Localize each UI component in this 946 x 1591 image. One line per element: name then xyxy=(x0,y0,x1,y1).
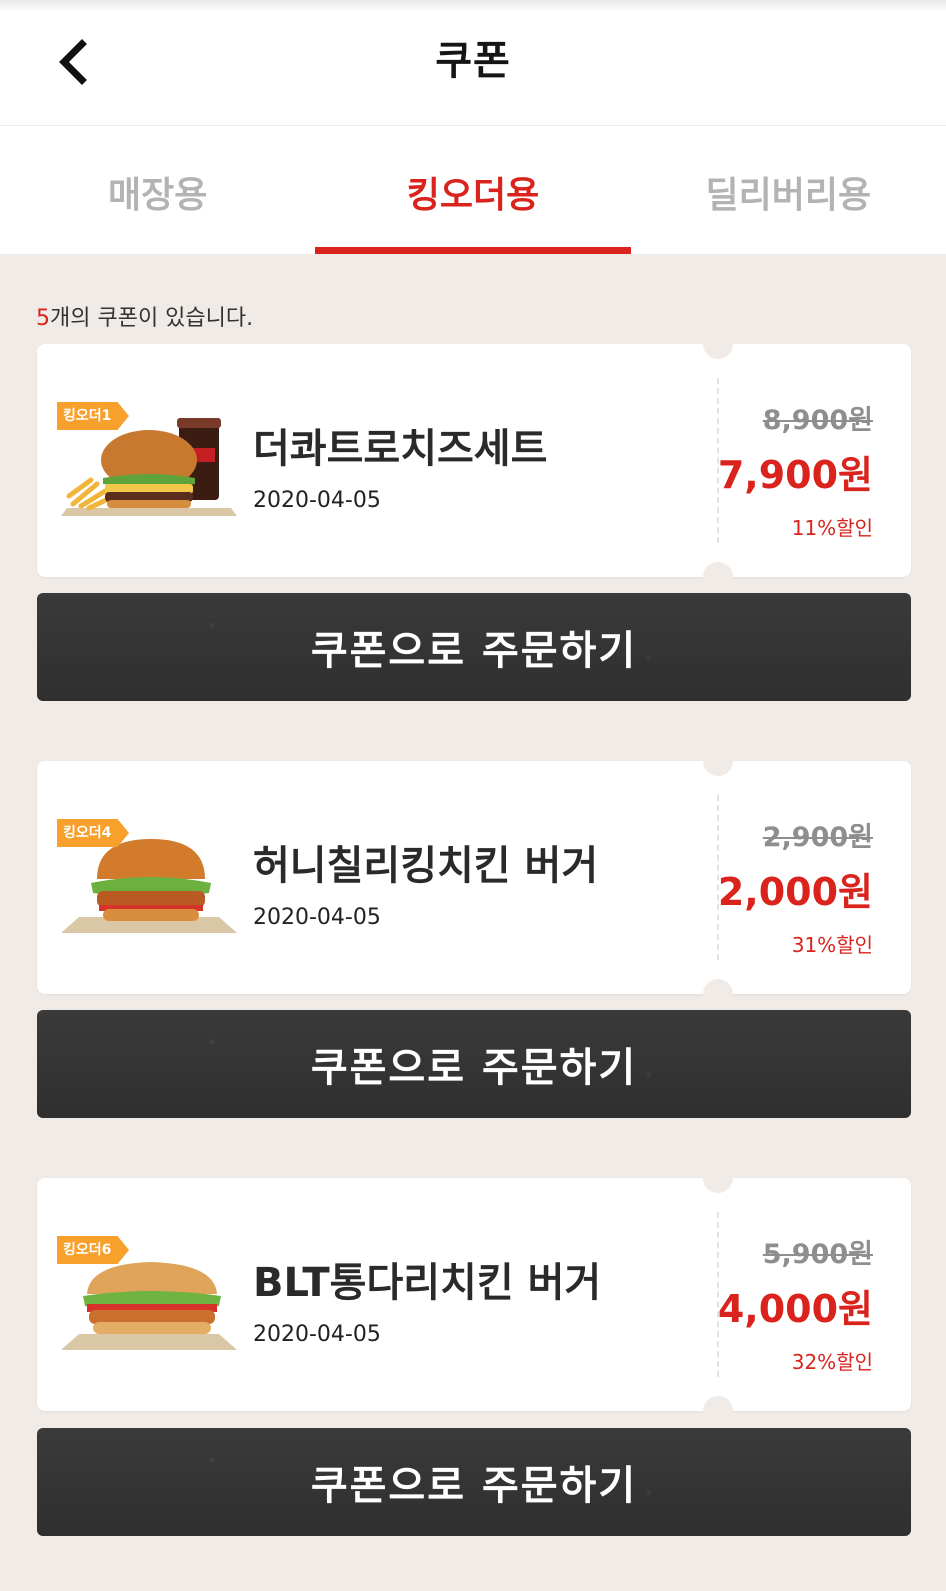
coupon-date: 2020-04-05 xyxy=(253,1322,381,1347)
sale-price: 7,900원 xyxy=(717,453,873,497)
sale-price: 4,000원 xyxy=(717,1287,873,1331)
coupon-card[interactable]: 킹오더6 BLT통다리치킨 버거 2020-04-05 5,900원 4,000… xyxy=(37,1163,911,1426)
tab-bar: 매장용 킹오더용 딜리버리용 xyxy=(0,126,946,254)
tab-king-order[interactable]: 킹오더용 xyxy=(315,126,631,254)
ticket-notch xyxy=(703,746,733,776)
coupon-badge: 킹오더1 xyxy=(57,402,129,430)
order-with-coupon-button[interactable]: 쿠폰으로 주문하기 xyxy=(37,1010,911,1118)
coupon-count-number: 5 xyxy=(36,306,50,331)
order-with-coupon-button[interactable]: 쿠폰으로 주문하기 xyxy=(37,1428,911,1536)
sale-price: 2,000원 xyxy=(717,870,873,914)
order-with-coupon-button[interactable]: 쿠폰으로 주문하기 xyxy=(37,593,911,701)
discount-rate: 31%할인 xyxy=(791,933,873,957)
header: 쿠폰 xyxy=(0,0,946,126)
original-price: 5,900원 xyxy=(762,1239,873,1270)
ticket-notch xyxy=(703,562,733,592)
coupon-card[interactable]: 킹오더4 허니칠리킹치킨 버거 2020-04-05 2,900원 2,000원… xyxy=(37,746,911,1009)
coupon-count-text: 개의 쿠폰이 있습니다. xyxy=(50,306,254,331)
coupon-screen: 쿠폰 매장용 킹오더용 딜리버리용 5개의 쿠폰이 있습니다. 킹오더1 더콰트… xyxy=(0,0,946,1591)
coupon-name: BLT통다리치킨 버거 xyxy=(253,1260,602,1306)
coupon-name: 허니칠리킹치킨 버거 xyxy=(253,843,599,889)
coupon-name: 더콰트로치즈세트 xyxy=(253,426,548,472)
ticket-notch xyxy=(703,1396,733,1426)
tab-store[interactable]: 매장용 xyxy=(0,126,315,254)
coupon-date: 2020-04-05 xyxy=(253,905,381,930)
ticket-notch xyxy=(703,979,733,1009)
coupon-date: 2020-04-05 xyxy=(253,488,381,513)
discount-rate: 32%할인 xyxy=(791,1350,873,1374)
price-box: 2,900원 2,000원 31%할인 xyxy=(718,761,897,994)
coupon-badge: 킹오더6 xyxy=(57,1236,129,1264)
ticket-notch xyxy=(703,1163,733,1193)
coupon-count: 5개의 쿠폰이 있습니다. xyxy=(36,300,253,332)
tab-delivery[interactable]: 딜리버리용 xyxy=(631,126,946,254)
discount-rate: 11%할인 xyxy=(791,516,873,540)
price-box: 5,900원 4,000원 32%할인 xyxy=(718,1178,897,1411)
original-price: 2,900원 xyxy=(762,822,873,853)
page-title: 쿠폰 xyxy=(435,38,511,84)
price-box: 8,900원 7,900원 11%할인 xyxy=(718,344,897,577)
coupon-badge: 킹오더4 xyxy=(57,819,129,847)
original-price: 8,900원 xyxy=(762,405,873,436)
coupon-card[interactable]: 킹오더1 더콰트로치즈세트 2020-04-05 8,900원 7,900원 1… xyxy=(37,329,911,592)
ticket-notch xyxy=(703,329,733,359)
